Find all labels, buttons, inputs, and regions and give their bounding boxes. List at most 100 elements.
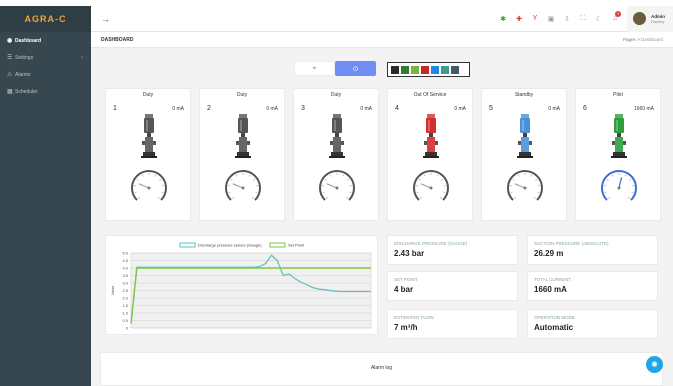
color-palette[interactable]	[387, 62, 470, 77]
y-tick-label: 5.0	[122, 251, 128, 256]
y-tick-label: 1.5	[122, 303, 128, 308]
y-tick-label: 0	[126, 326, 129, 331]
metric-label: Operation mode	[534, 315, 575, 320]
alarm-log-title: Alarm log	[370, 365, 393, 371]
pump-card[interactable]: Out Of Service 4 0 mA	[387, 88, 473, 221]
current-gauge	[225, 170, 261, 201]
pump-current: 0 mA	[548, 106, 560, 112]
current-gauge	[319, 170, 355, 201]
theme-icon[interactable]: ☾	[591, 15, 607, 23]
calendar-icon: ▦	[7, 89, 13, 95]
sidebar-item-scheduler[interactable]: ▦ Scheduler	[0, 83, 91, 100]
pump-card[interactable]: Duty 3 0 mA	[293, 88, 379, 221]
y-tick-label: 0.5	[122, 318, 128, 323]
metric-value: 1660 mA	[534, 285, 567, 294]
metric-label: Discharge pressure (gauge)	[394, 241, 468, 246]
color-swatch[interactable]	[421, 65, 429, 74]
y-tick-label: 3.5	[122, 273, 128, 278]
target-icon: ⊙	[352, 65, 359, 73]
view-toggle-crosshair-button[interactable]: ⌖	[294, 61, 335, 76]
pump-icon	[517, 114, 533, 158]
breadcrumb-separator: >	[637, 37, 640, 42]
pump-status: Duty	[142, 92, 154, 98]
color-swatch[interactable]	[401, 65, 409, 74]
page-title: DASHBOARD	[101, 36, 134, 43]
gear-icon: ✺	[651, 360, 658, 369]
user-name: Admin	[651, 13, 665, 19]
user-menu[interactable]: Admin Factory	[627, 5, 673, 32]
pump-card[interactable]: Duty 2 0 mA	[199, 88, 285, 221]
signal-icon[interactable]: Y	[527, 15, 543, 22]
pump-status: Standby	[514, 92, 534, 98]
sidebar-item-label: Scheduler	[15, 88, 38, 95]
color-swatch[interactable]	[431, 65, 439, 74]
alarm-log-card: Alarm log	[100, 352, 663, 386]
collapse-arrow-icon[interactable]: →	[101, 14, 110, 24]
metric-label: Suction pressure (absolute)	[534, 241, 609, 246]
pump-status: Pilot	[613, 92, 623, 98]
pump-current: 1660 mA	[633, 106, 654, 112]
legend-swatch	[179, 242, 196, 248]
pump-icon	[423, 114, 439, 158]
avatar	[633, 12, 646, 25]
metric-label: Total current	[534, 277, 572, 282]
pump-number: 5	[489, 105, 493, 112]
sidebar: AGRA-C ◉ Dashboard ☰ Settings ‹ ⚠ Alarms…	[0, 6, 91, 386]
pump-number: 3	[301, 105, 305, 112]
breadcrumb-link-pages[interactable]: Pages	[623, 37, 636, 42]
pump-status: Out Of Service	[413, 92, 447, 98]
y-tick-label: 4.0	[122, 266, 128, 271]
metric-label: Set point	[394, 277, 418, 282]
sidebar-item-dashboard[interactable]: ◉ Dashboard	[0, 32, 91, 49]
metric-value: 4 bar	[394, 285, 414, 294]
pump-card[interactable]: Standby 5 0 mA	[481, 88, 567, 221]
pump-number: 6	[583, 105, 587, 112]
metric-value: Automatic	[534, 323, 574, 332]
brand-logo[interactable]: AGRA-C	[0, 6, 91, 32]
top-bar: → ✱ ✚ Y ▣ ⇩ ⛶ ☾ ♫ 9 Admin Factory	[91, 5, 673, 32]
sidebar-item-alarms[interactable]: ⚠ Alarms	[0, 66, 91, 83]
color-swatch[interactable]	[391, 65, 399, 74]
metric-value: 2.43 bar	[394, 249, 425, 258]
save-icon[interactable]: ▣	[543, 15, 559, 23]
alarm-icon: ⚠	[7, 72, 13, 78]
pump-status: Duty	[236, 92, 248, 98]
notification-badge: 9	[615, 11, 621, 17]
pump-number: 1	[113, 105, 117, 112]
pump-card[interactable]: Duty 1 0 mA	[105, 88, 191, 221]
metric-value: 7 m³/h	[394, 323, 418, 332]
sidebar-item-settings[interactable]: ☰ Settings ‹	[0, 49, 91, 66]
bluetooth-icon[interactable]: ✱	[495, 15, 511, 23]
pump-number: 2	[207, 105, 211, 112]
current-gauge	[413, 170, 449, 201]
dashboard-icon: ◉	[7, 38, 13, 44]
pump-current: 0 mA	[360, 106, 372, 112]
network-icon[interactable]: ✚	[511, 15, 527, 23]
fullscreen-icon[interactable]: ⛶	[575, 15, 591, 23]
pressure-chart-card: 5.0 4.5 4.0 3.5 3.0 2.5 2.0 1.5 1.0 0.5 0 Value Disc…	[105, 235, 378, 335]
view-toggle-target-button[interactable]: ⊙	[335, 61, 376, 76]
breadcrumb: Pages > Dashboard	[623, 37, 663, 42]
color-swatch[interactable]	[441, 65, 449, 74]
metric-card: Operation mode Automatic	[527, 309, 658, 339]
legend-label: Discharge pressure sensor (Gauge)	[198, 243, 262, 248]
sidebar-item-label: Settings	[15, 54, 34, 61]
crosshair-icon: ⌖	[312, 64, 317, 72]
pump-icon	[611, 114, 627, 158]
metric-label: Estimated flow	[394, 315, 434, 320]
color-swatch[interactable]	[411, 65, 419, 74]
settings-fab-button[interactable]: ✺	[646, 356, 663, 373]
pump-current: 0 mA	[266, 106, 278, 112]
y-tick-label: 2.5	[122, 288, 128, 293]
pump-number: 4	[395, 105, 399, 112]
color-swatch[interactable]	[451, 65, 459, 74]
y-tick-label: 1.0	[122, 311, 128, 316]
bell-icon[interactable]: ♫ 9	[607, 11, 623, 22]
y-tick-label: 3.0	[122, 281, 128, 286]
pump-card[interactable]: Pilot 6 1660 mA	[575, 88, 661, 221]
pump-icon	[235, 114, 251, 158]
y-tick-label: 2.0	[122, 296, 128, 301]
download-icon[interactable]: ⇩	[559, 15, 575, 23]
pump-current: 0 mA	[454, 106, 466, 112]
pressure-chart: 5.0 4.5 4.0 3.5 3.0 2.5 2.0 1.5 1.0 0.5 0 Value Disc…	[110, 242, 372, 331]
